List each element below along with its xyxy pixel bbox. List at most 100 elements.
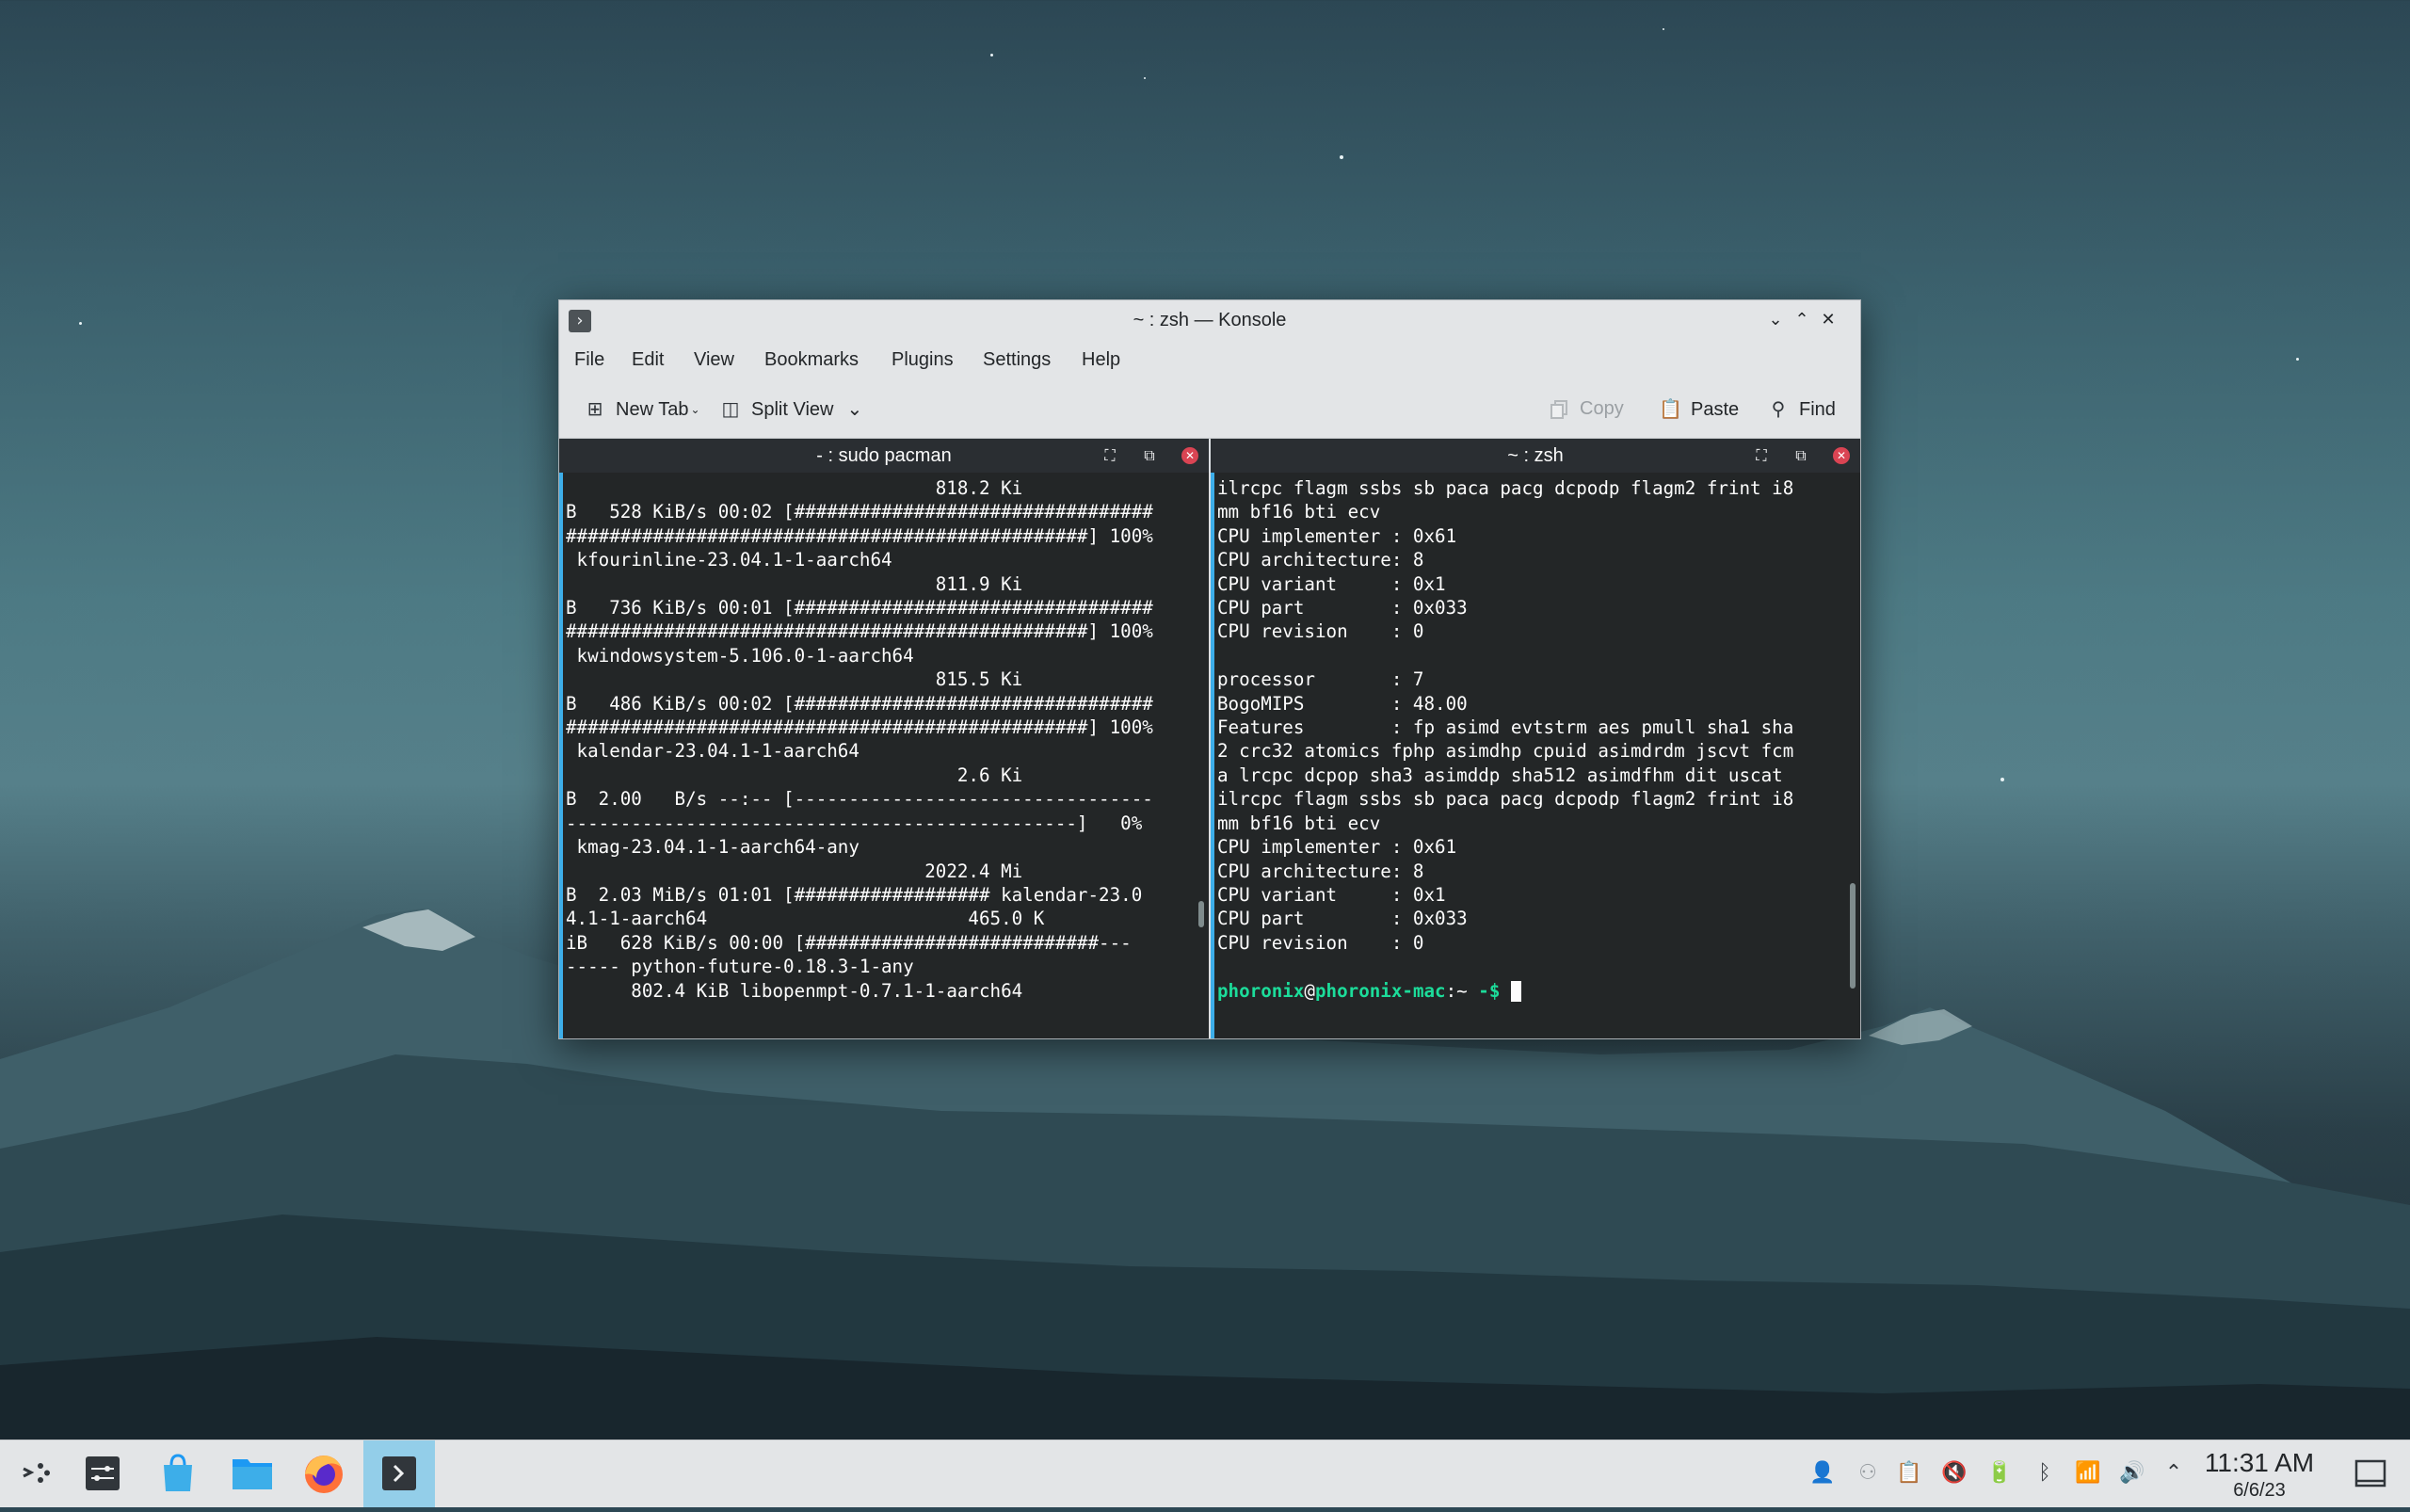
terminal-line: iB 628 KiB/s 00:00 [####################… [566,931,1132,954]
terminal-line: B 2.00 B/s --:-- [----------------------… [566,788,1153,811]
menu-bar: File Edit View Bookmarks Plugins Setting… [559,340,1860,379]
terminal-line: mm bf16 bti ecv [1217,812,1381,834]
discover-button[interactable] [143,1440,215,1507]
terminal-line: ########################################… [566,524,1153,547]
text-cursor [1510,981,1521,1003]
paste-button[interactable]: 📋 Paste [1659,393,1739,425]
prompt-symbol: -$ [1478,979,1501,1002]
terminal-line: B 486 KiB/s 00:02 [#####################… [566,692,1153,715]
terminal-line: B 736 KiB/s 00:01 [#####################… [566,597,1153,619]
find-button[interactable]: ⚲ Find [1767,393,1836,425]
terminal-line: ilrcpc flagm ssbs sb paca pacg dcpodp fl… [1217,477,1794,499]
terminal-line: B 2.03 MiB/s 01:01 [################## k… [566,883,1143,906]
system-settings-button[interactable] [68,1440,139,1507]
menu-help[interactable]: Help [1082,340,1120,379]
close-pane-icon[interactable]: ✕ [1833,447,1850,464]
menu-view[interactable]: View [694,340,734,379]
show-hidden-icons-chevron[interactable]: ⌃ [2160,1459,2188,1488]
terminal-line: CPU part : 0x033 [1217,908,1468,930]
dolphin-button[interactable] [217,1440,288,1507]
pane-title-left: - : sudo pacman [816,445,952,466]
battery-icon[interactable]: 🔋 [1985,1459,2014,1488]
copy-button[interactable]: Copy [1550,393,1624,425]
terminal-line: CPU implementer : 0x61 [1217,524,1457,547]
speaker-icon[interactable]: 🔊 [2118,1459,2146,1488]
new-tab-button[interactable]: ⊞ New Tab ⌄ [584,393,700,425]
kde-connect-icon[interactable]: ⚇ [1854,1459,1882,1488]
detach-pane-icon[interactable]: ⧉ [1790,444,1812,467]
close-window-button[interactable]: ✕ [1816,308,1840,332]
menu-bookmarks[interactable]: Bookmarks [764,340,859,379]
star [2000,778,2004,781]
firefox-icon [305,1456,343,1493]
maximize-button[interactable]: ⌃ [1790,308,1814,332]
new-tab-icon: ⊞ [586,397,603,420]
detach-pane-icon[interactable]: ⧉ [1138,444,1161,467]
menu-plugins[interactable]: Plugins [892,340,954,379]
app-launcher-button[interactable] [0,1440,72,1507]
new-tab-label: New Tab [616,399,689,420]
scrollbar-right-thumb[interactable] [1850,883,1856,989]
terminal-output-right[interactable]: ilrcpc flagm ssbs sb paca pacg dcpodp fl… [1217,476,1829,1034]
terminal-line: 815.5 Ki [566,668,1023,691]
close-pane-icon[interactable]: ✕ [1181,447,1198,464]
prompt-host: phoronix-mac [1314,979,1446,1002]
star [1663,28,1664,30]
copy-label: Copy [1580,398,1624,419]
scrollbar-left[interactable] [1198,901,1204,927]
terminal-line: processor : 7 [1217,668,1424,691]
search-icon: ⚲ [1771,397,1786,420]
terminal-line: kmag-23.04.1-1-aarch64-any [566,836,860,859]
terminal-line: ----------------------------------------… [566,812,1143,834]
clock-time[interactable]: 11:31 AM [2193,1448,2325,1478]
firefox-button[interactable] [288,1440,360,1507]
terminal-line: CPU variant : 0x1 [1217,572,1446,595]
maximize-pane-icon[interactable]: ⛶ [1099,444,1121,467]
clock-date[interactable]: 6/6/23 [2193,1480,2325,1502]
find-label: Find [1799,399,1836,420]
terminal-pane-left[interactable]: - : sudo pacman ⛶ ⧉ ✕ 818.2 Ki B 528 KiB/… [559,439,1209,1038]
konsole-window[interactable]: › ~ : zsh — Konsole ⌄ ⌃ ✕ File Edit View… [558,299,1861,1039]
command-prompt[interactable]: phoronix@phoronix-mac:~ -$ [1217,979,1829,1003]
terminal-line: 818.2 Ki [566,477,1023,499]
terminal-line: a lrcpc dcpop sha3 asimddp sha512 asimdf… [1217,764,1783,786]
terminal-line: ilrcpc flagm ssbs sb paca pacg dcpodp fl… [1217,788,1794,811]
prompt-at: @ [1304,979,1315,1002]
terminal-line: 2 crc32 atomics fphp asimdhp cpuid asimd… [1217,740,1794,763]
new-tab-menu-indicator: ⌄ [690,403,700,416]
clipboard-icon[interactable]: 📋 [1895,1459,1923,1488]
user-icon[interactable]: 👤 [1808,1459,1837,1488]
split-view-button[interactable]: ◫ Split View ⌄ [719,393,863,425]
show-desktop-button[interactable] [2354,1456,2387,1490]
star [990,54,993,56]
taskbar: 👤 ⚇ 📋 🔇 🔋 ᛒ 📶 🔊 ⌃ 11:31 AM 6/6/23 [0,1440,2410,1507]
title-bar[interactable]: › ~ : zsh — Konsole ⌄ ⌃ ✕ [559,300,1860,340]
terminal-pane-right[interactable]: ~ : zsh ⛶ ⧉ ✕ ilrcpc flagm ssbs sb paca … [1211,439,1860,1038]
volume-muted-icon[interactable]: 🔇 [1940,1459,1968,1488]
split-view-label: Split View [751,399,834,420]
konsole-taskbar-button[interactable] [363,1440,435,1507]
pane-title-right: ~ : zsh [1507,445,1564,466]
terminal-line: CPU variant : 0x1 [1217,883,1446,906]
wifi-icon[interactable]: 📶 [2074,1459,2102,1488]
terminal-line: ########################################… [566,716,1153,739]
chevron-down-icon: ⌄ [846,397,863,420]
terminal-line: CPU revision : 0 [1217,620,1424,643]
menu-file[interactable]: File [574,340,604,379]
copy-icon [1550,399,1567,419]
menu-settings[interactable]: Settings [983,340,1051,379]
active-pane-indicator [559,473,563,1038]
terminal-line: 811.9 Ki [566,572,1023,595]
maximize-pane-icon[interactable]: ⛶ [1750,444,1773,467]
terminal-line: B 528 KiB/s 00:02 [#####################… [566,501,1153,523]
terminal-line: CPU revision : 0 [1217,931,1424,954]
minimize-button[interactable]: ⌄ [1763,308,1788,332]
terminal-output-left[interactable]: 818.2 Ki B 528 KiB/s 00:02 [#############… [566,476,1178,1034]
terminal-line: 2022.4 Mi [566,860,1023,882]
bluetooth-icon[interactable]: ᛒ [2031,1459,2059,1488]
menu-edit[interactable]: Edit [632,340,664,379]
terminal-line: Features : fp asimd evtstrm aes pmull sh… [1217,716,1794,739]
show-desktop-icon [2354,1459,2386,1488]
